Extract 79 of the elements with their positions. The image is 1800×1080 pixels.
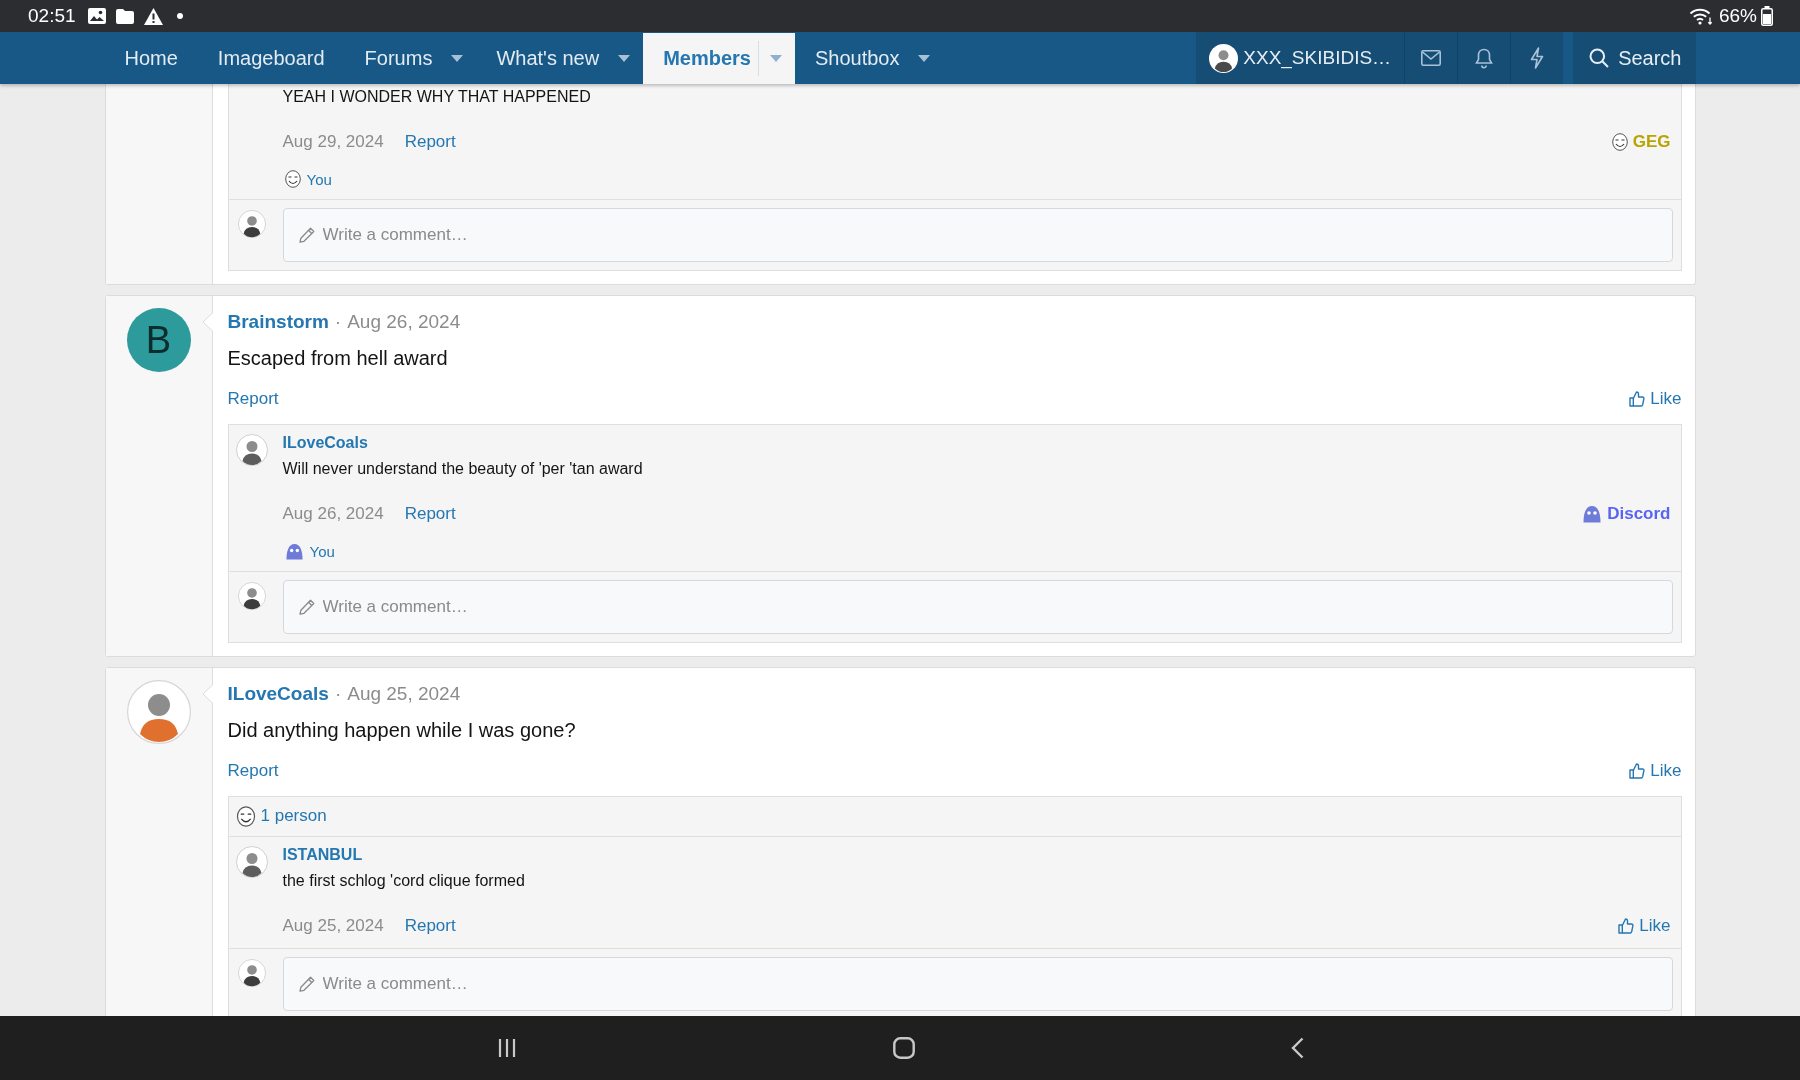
avatar-icon — [237, 582, 266, 610]
letter-avatar[interactable]: B — [126, 308, 191, 372]
like-button[interactable]: Like — [1618, 916, 1671, 936]
like-button[interactable]: Like — [1629, 761, 1682, 781]
notifications-button[interactable] — [1457, 32, 1511, 84]
battery-percent: 66% — [1718, 5, 1757, 27]
face-icon — [1611, 133, 1628, 151]
lightning-icon — [1530, 47, 1545, 69]
reactions-link[interactable]: You — [306, 170, 332, 188]
caret-icon[interactable] — [618, 54, 631, 62]
avatar-icon[interactable] — [235, 846, 268, 878]
back-icon[interactable] — [1290, 1037, 1304, 1059]
pencil-icon — [298, 227, 315, 243]
caret-icon[interactable] — [451, 54, 464, 62]
caret-icon[interactable] — [918, 54, 931, 62]
nav-tab[interactable]: What's new — [476, 32, 644, 84]
like-button[interactable]: Like — [1629, 389, 1682, 409]
home-icon[interactable] — [892, 1037, 915, 1059]
battery-icon — [1761, 6, 1773, 26]
report-link[interactable]: Report — [227, 761, 279, 781]
report-link[interactable]: Report — [404, 916, 456, 936]
separator-dot: · — [334, 310, 342, 334]
author-link[interactable]: ILoveCoals — [282, 433, 368, 453]
comment-field[interactable]: Write a comment… — [282, 208, 1673, 262]
search-button[interactable]: Search — [1573, 32, 1696, 84]
face-icon — [284, 170, 301, 188]
comment-date: Aug 25, 2024 — [282, 916, 384, 936]
nav-tab[interactable]: Shoutbox — [794, 32, 944, 84]
face-icon — [235, 805, 256, 827]
comment-date: Aug 26, 2024 — [282, 504, 384, 524]
avatar-icon — [237, 959, 266, 987]
ghost-icon — [284, 542, 304, 560]
report-link[interactable]: Report — [404, 132, 456, 152]
report-link[interactable]: Report — [404, 504, 456, 524]
wifi-icon — [1688, 7, 1713, 25]
nav-tab[interactable]: Members — [643, 33, 795, 84]
recent-apps-icon[interactable] — [496, 1038, 517, 1058]
author-link[interactable]: ISTANBUL — [282, 845, 363, 865]
warning-icon — [143, 7, 163, 25]
search-icon — [1589, 48, 1610, 68]
avatar-icon[interactable] — [235, 434, 268, 466]
dot-icon — [176, 13, 183, 19]
separator-dot: · — [334, 682, 342, 706]
reactions-link[interactable]: 1 person — [260, 805, 327, 827]
folder-icon — [115, 8, 134, 24]
comment-text: Will never understand the beauty of 'per 'tan award — [282, 459, 644, 479]
reaction-button[interactable]: Discord — [1582, 504, 1671, 524]
nav-tab[interactable]: Forums — [344, 32, 477, 84]
account-link[interactable]: XXX_SKIBIDIS… — [1196, 32, 1405, 84]
avatar-icon — [237, 210, 266, 238]
thumbs-up-icon — [1629, 391, 1646, 407]
pencil-icon — [298, 976, 315, 992]
post-text: Escaped from hell award — [227, 346, 449, 370]
post-date: Aug 25, 2024 — [347, 682, 461, 706]
author-link[interactable]: Brainstorm — [227, 310, 329, 334]
comment-field[interactable]: Write a comment… — [282, 957, 1673, 1011]
bell-icon — [1475, 47, 1494, 69]
image-icon — [87, 8, 106, 24]
reactions-link[interactable]: You — [309, 542, 335, 560]
thumbs-up-icon — [1629, 763, 1646, 779]
envelope-icon — [1421, 50, 1442, 66]
avatar-icon — [1209, 43, 1239, 73]
pencil-icon — [298, 599, 315, 615]
comment-date: Aug 29, 2024 — [282, 132, 384, 152]
post-text: Did anything happen while I was gone? — [227, 718, 577, 742]
report-link[interactable]: Report — [227, 389, 279, 409]
lightning-button[interactable] — [1510, 32, 1564, 84]
comment-text: YEAH I WONDER WHY THAT HAPPENED — [282, 87, 592, 107]
nav-tab[interactable]: Home — [104, 32, 198, 84]
comment-text: the first schlog 'cord clique formed — [282, 871, 526, 891]
nav-tab[interactable]: Imageboard — [197, 32, 345, 84]
post-date: Aug 26, 2024 — [347, 310, 461, 334]
mail-button[interactable] — [1404, 32, 1458, 84]
status-time: 02:51 — [28, 5, 76, 27]
thumbs-up-icon — [1618, 918, 1635, 934]
ghost-icon — [1582, 505, 1603, 523]
avatar-icon[interactable] — [126, 680, 191, 744]
author-link[interactable]: ILoveCoals — [227, 682, 329, 706]
comment-field[interactable]: Write a comment… — [282, 580, 1673, 634]
